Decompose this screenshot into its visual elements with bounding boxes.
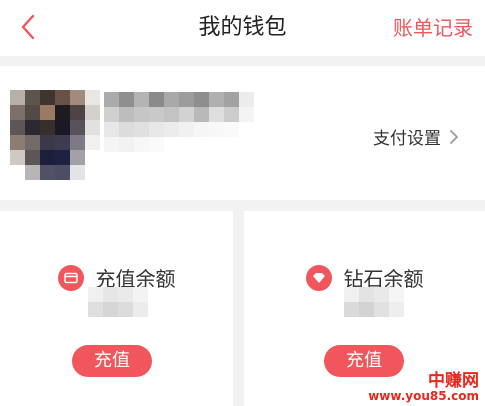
- recharge-button[interactable]: 充值: [72, 345, 152, 377]
- card-icon: [57, 264, 84, 291]
- pay-settings-button[interactable]: 支付设置: [373, 124, 459, 149]
- profile-section: 支付设置: [0, 66, 485, 200]
- recharge-balance-value: [88, 287, 148, 317]
- bill-record-link[interactable]: 账单记录: [393, 0, 473, 56]
- recharge-balance-card: 充值余额 充值: [0, 211, 233, 406]
- site-watermark: 中赚网 www.you85.com: [368, 371, 479, 403]
- diamond-icon: [305, 264, 332, 291]
- nickname-blurred: [104, 92, 254, 152]
- diamond-balance-value: [344, 287, 404, 317]
- chevron-right-icon: [450, 129, 458, 144]
- avatar: [10, 90, 100, 180]
- pay-settings-label: 支付设置: [373, 129, 441, 149]
- watermark-title: 中赚网: [428, 371, 479, 391]
- watermark-url: www.you85.com: [368, 389, 479, 403]
- top-bar: 我的钱包 账单记录: [0, 0, 485, 56]
